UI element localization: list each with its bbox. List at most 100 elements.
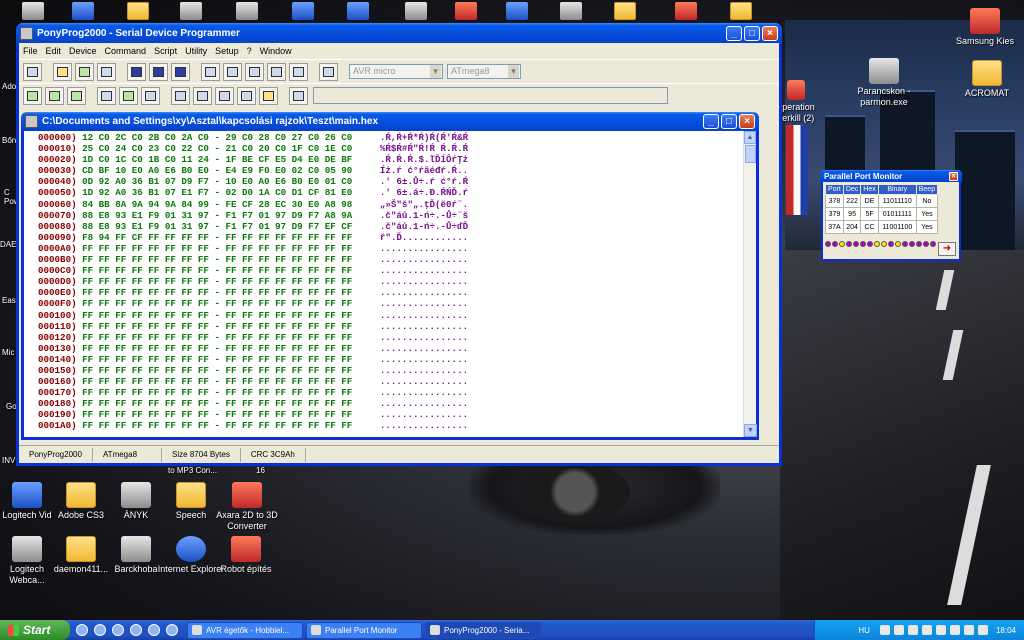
arrow-right-icon[interactable]: ➜	[938, 242, 956, 256]
quicklaunch-app-icon[interactable]	[166, 624, 178, 636]
hex-bytes[interactable]: FF FF FF FF FF FF FF FF - FF FF FF FF FF…	[82, 298, 352, 309]
hex-row[interactable]: 0000D0) FF FF FF FF FF FF FF FF - FF FF …	[38, 276, 746, 287]
find-button[interactable]	[267, 62, 286, 81]
hex-ascii[interactable]: ................	[380, 354, 468, 365]
hex-row[interactable]: 000160) FF FF FF FF FF FF FF FF - FF FF …	[38, 376, 746, 387]
read-data-button[interactable]	[141, 86, 160, 105]
vertical-scrollbar[interactable]: ▲ ▼	[743, 131, 757, 437]
hex-ascii[interactable]: ................	[380, 298, 468, 309]
hex-bytes[interactable]: FF FF FF FF FF FF FF FF - FF FF FF FF FF…	[82, 409, 352, 420]
window-titlebar[interactable]: PonyProg2000 - Serial Device Programmer …	[16, 23, 782, 43]
app-icon[interactable]	[675, 2, 697, 20]
hex-bytes[interactable]: 0D 92 A0 36 B1 07 D9 F7 - 10 E0 A0 E6 B0…	[82, 176, 352, 187]
maximize-button[interactable]: □	[744, 25, 760, 41]
taskbar-item-ponyprog[interactable]: PonyProg2000 - Seria...	[425, 621, 541, 639]
quicklaunch-firefox-icon[interactable]	[94, 624, 106, 636]
verify-button[interactable]	[67, 86, 86, 105]
print-button[interactable]	[245, 62, 264, 81]
tray-icon[interactable]	[949, 625, 960, 635]
hex-bytes[interactable]: FF FF FF FF FF FF FF FF - FF FF FF FF FF…	[82, 398, 352, 409]
hex-ascii[interactable]: ................	[380, 376, 468, 387]
hex-bytes[interactable]: 1D 92 A0 36 B1 07 E1 F7 - 02 D0 1A C0 D1…	[82, 187, 352, 198]
hex-bytes[interactable]: FF FF FF FF FF FF FF FF - FF FF FF FF FF…	[82, 376, 352, 387]
menu-edit[interactable]: Edit	[46, 46, 62, 56]
hex-ascii[interactable]: ................	[380, 332, 468, 343]
hex-bytes[interactable]: FF FF FF FF FF FF FF FF - FF FF FF FF FF…	[82, 387, 352, 398]
hex-bytes[interactable]: FF FF FF FF FF FF FF FF - FF FF FF FF FF…	[82, 365, 352, 376]
hex-row[interactable]: 000040) 0D 92 A0 36 B1 07 D9 F7 - 10 E0 …	[38, 176, 746, 187]
menu-utility[interactable]: Utility	[185, 46, 207, 56]
scroll-down-arrow-icon[interactable]: ▼	[744, 424, 757, 437]
desktop-icon-samsung-kies[interactable]: Samsung Kies	[950, 8, 1020, 47]
hex-ascii[interactable]: .č"áů.1-ń÷.-Ů÷ďĎ	[380, 221, 468, 232]
ppm-titlebar[interactable]: Parallel Port Monitor ×	[820, 170, 962, 182]
hex-bytes[interactable]: FF FF FF FF FF FF FF FF - FF FF FF FF FF…	[82, 343, 352, 354]
hex-editor-window[interactable]: C:\Documents and Settings\xy\Asztal\kapc…	[21, 112, 759, 440]
open-prog-button[interactable]	[75, 62, 94, 81]
device-family-select[interactable]: AVR micro	[349, 64, 443, 79]
hex-bytes[interactable]: FF FF FF FF FF FF FF FF - FF FF FF FF FF…	[82, 354, 352, 365]
device-type-select[interactable]: ATmega8	[447, 64, 521, 79]
quicklaunch-ie-icon[interactable]	[76, 624, 88, 636]
hex-close-button[interactable]: ×	[739, 114, 755, 129]
hex-dump[interactable]: 000000) 12 C0 2C C0 2B C0 2A C0 - 29 C0 …	[24, 131, 746, 437]
hex-bytes[interactable]: 1D C0 1C C0 1B C0 11 24 - 1F BE CF E5 D4…	[82, 154, 352, 165]
hex-row[interactable]: 0000A0) FF FF FF FF FF FF FF FF - FF FF …	[38, 243, 746, 254]
hex-row[interactable]: 0000B0) FF FF FF FF FF FF FF FF - FF FF …	[38, 254, 746, 265]
edit-script-button[interactable]	[289, 86, 308, 105]
hex-row[interactable]: 000110) FF FF FF FF FF FF FF FF - FF FF …	[38, 321, 746, 332]
quicklaunch-app-icon[interactable]	[130, 624, 142, 636]
write-prog-button[interactable]	[119, 86, 138, 105]
hex-bytes[interactable]: 12 C0 2C C0 2B C0 2A C0 - 29 C0 28 C0 27…	[82, 132, 352, 143]
hex-bytes[interactable]: 25 C0 24 C0 23 C0 22 C0 - 21 C0 20 C0 1F…	[82, 143, 352, 154]
language-indicator[interactable]: HU	[858, 626, 870, 635]
minimize-button[interactable]: _	[726, 25, 742, 41]
open-button[interactable]	[53, 62, 72, 81]
window-icon[interactable]	[180, 2, 202, 20]
tray-icon[interactable]	[977, 625, 988, 635]
hex-ascii[interactable]: ................	[380, 265, 468, 276]
hex-bytes[interactable]: CD BF 10 E0 A0 E6 B0 E0 - E4 E9 F0 E0 02…	[82, 165, 352, 176]
hex-row[interactable]: 000010) 25 C0 24 C0 23 C0 22 C0 - 21 C0 …	[38, 143, 746, 154]
recycle-bin-icon[interactable]	[22, 2, 44, 20]
quicklaunch-app-icon[interactable]	[148, 624, 160, 636]
hex-row[interactable]: 0000F0) FF FF FF FF FF FF FF FF - FF FF …	[38, 298, 746, 309]
port-cell[interactable]: Yes	[915, 220, 939, 234]
app-icon[interactable]	[405, 2, 427, 20]
menu-script[interactable]: Script	[154, 46, 177, 56]
start-button[interactable]: Start	[0, 620, 70, 640]
hex-ascii[interactable]: ................	[380, 409, 468, 420]
hex-ascii[interactable]: ř".Ď............	[380, 232, 468, 243]
hex-ascii[interactable]: .' 6±.á÷.Đ.ŔŃĎ.ŕ	[380, 187, 468, 198]
hex-ascii[interactable]: %Ŕ$Ŕ#Ŕ"Ŕ!Ŕ Ŕ.Ŕ.Ŕ	[380, 143, 468, 154]
hex-bytes[interactable]: FF FF FF FF FF FF FF FF - FF FF FF FF FF…	[82, 287, 352, 298]
hex-ascii[interactable]: .' 6±.Ů÷.ŕ ć°ŕ.Ŕ	[380, 176, 468, 187]
app-icon[interactable]	[506, 2, 528, 20]
hex-row[interactable]: 000180) FF FF FF FF FF FF FF FF - FF FF …	[38, 398, 746, 409]
menu-help[interactable]: ?	[247, 46, 252, 56]
menu-window[interactable]: Window	[260, 46, 292, 56]
run-script-button[interactable]	[259, 86, 278, 105]
hex-bytes[interactable]: FF FF FF FF FF FF FF FF - FF FF FF FF FF…	[82, 321, 352, 332]
hex-row[interactable]: 000030) CD BF 10 E0 A0 E6 B0 E0 - E4 E9 …	[38, 165, 746, 176]
hex-bytes[interactable]: FF FF FF FF FF FF FF FF - FF FF FF FF FF…	[82, 265, 352, 276]
hex-row[interactable]: 0000C0) FF FF FF FF FF FF FF FF - FF FF …	[38, 265, 746, 276]
hex-ascii[interactable]: .Ŕ,Ŕ+Ŕ*Ŕ)Ŕ(Ŕ'Ŕ&Ŕ	[380, 132, 468, 143]
hex-bytes[interactable]: 88 E8 93 E1 F9 01 31 97 - F1 F7 01 97 D9…	[82, 210, 352, 221]
hex-ascii[interactable]: ................	[380, 398, 468, 409]
menu-setup[interactable]: Setup	[215, 46, 239, 56]
hex-row[interactable]: 000150) FF FF FF FF FF FF FF FF - FF FF …	[38, 365, 746, 376]
hex-row[interactable]: 000170) FF FF FF FF FF FF FF FF - FF FF …	[38, 387, 746, 398]
parallel-port-monitor-window[interactable]: Parallel Port Monitor × Port Dec Hex Bin…	[820, 170, 962, 261]
tray-icon[interactable]	[907, 625, 918, 635]
hex-ascii[interactable]: ................	[380, 310, 468, 321]
hex-ascii[interactable]: .Ŕ.Ŕ.Ŕ.$.ľĎĺÔŕŢż	[380, 154, 468, 165]
hex-ascii[interactable]: ................	[380, 287, 468, 298]
help-button[interactable]	[289, 62, 308, 81]
hex-bytes[interactable]: FF FF FF FF FF FF FF FF - FF FF FF FF FF…	[82, 310, 352, 321]
fuse-button[interactable]	[215, 86, 234, 105]
ponyprog-window[interactable]: PonyProg2000 - Serial Device Programmer …	[16, 23, 782, 466]
pdf-icon[interactable]	[455, 2, 477, 20]
tray-icon[interactable]	[893, 625, 904, 635]
hex-row[interactable]: 000080) 88 E8 93 E1 F9 01 31 97 - F1 F7 …	[38, 221, 746, 232]
